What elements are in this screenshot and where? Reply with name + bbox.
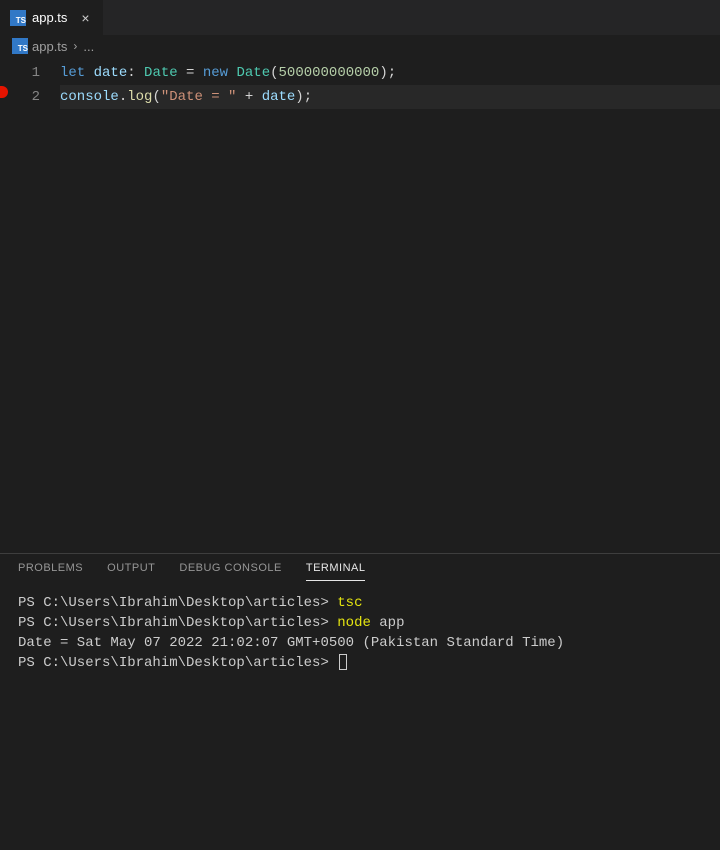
tab-output[interactable]: OUTPUT — [107, 562, 155, 581]
code-editor[interactable]: 1 2 let date: Date = new Date(5000000000… — [0, 57, 720, 553]
breadcrumb-more: ... — [83, 39, 94, 54]
tab-filename: app.ts — [32, 10, 67, 25]
terminal-cursor — [339, 654, 347, 670]
tab-debug-console[interactable]: DEBUG CONSOLE — [179, 562, 281, 581]
terminal-line: Date = Sat May 07 2022 21:02:07 GMT+0500… — [18, 633, 702, 653]
line-number-gutter: 1 2 — [0, 61, 60, 553]
terminal-line: PS C:\Users\Ibrahim\Desktop\articles> no… — [18, 613, 702, 633]
bottom-panel: PROBLEMS OUTPUT DEBUG CONSOLE TERMINAL P… — [0, 553, 720, 850]
editor-tab[interactable]: TS app.ts × — [0, 0, 104, 35]
code-content[interactable]: let date: Date = new Date(500000000000);… — [60, 61, 720, 553]
typescript-icon: TS — [12, 38, 28, 54]
terminal-line: PS C:\Users\Ibrahim\Desktop\articles> ts… — [18, 593, 702, 613]
terminal-line: PS C:\Users\Ibrahim\Desktop\articles> — [18, 653, 702, 673]
code-line: let date: Date = new Date(500000000000); — [60, 61, 720, 85]
line-number: 1 — [0, 61, 40, 85]
breadcrumb-file: app.ts — [32, 39, 67, 54]
typescript-icon: TS — [10, 10, 26, 26]
close-icon[interactable]: × — [77, 10, 93, 26]
tab-terminal[interactable]: TERMINAL — [306, 562, 366, 581]
terminal-output[interactable]: PS C:\Users\Ibrahim\Desktop\articles> ts… — [0, 581, 720, 850]
code-line: console.log("Date = " + date); — [60, 85, 720, 109]
chevron-right-icon: › — [73, 39, 77, 53]
tab-problems[interactable]: PROBLEMS — [18, 562, 83, 581]
panel-tab-bar: PROBLEMS OUTPUT DEBUG CONSOLE TERMINAL — [0, 554, 720, 581]
tab-bar: TS app.ts × — [0, 0, 720, 35]
breadcrumb[interactable]: TS app.ts › ... — [0, 35, 720, 57]
